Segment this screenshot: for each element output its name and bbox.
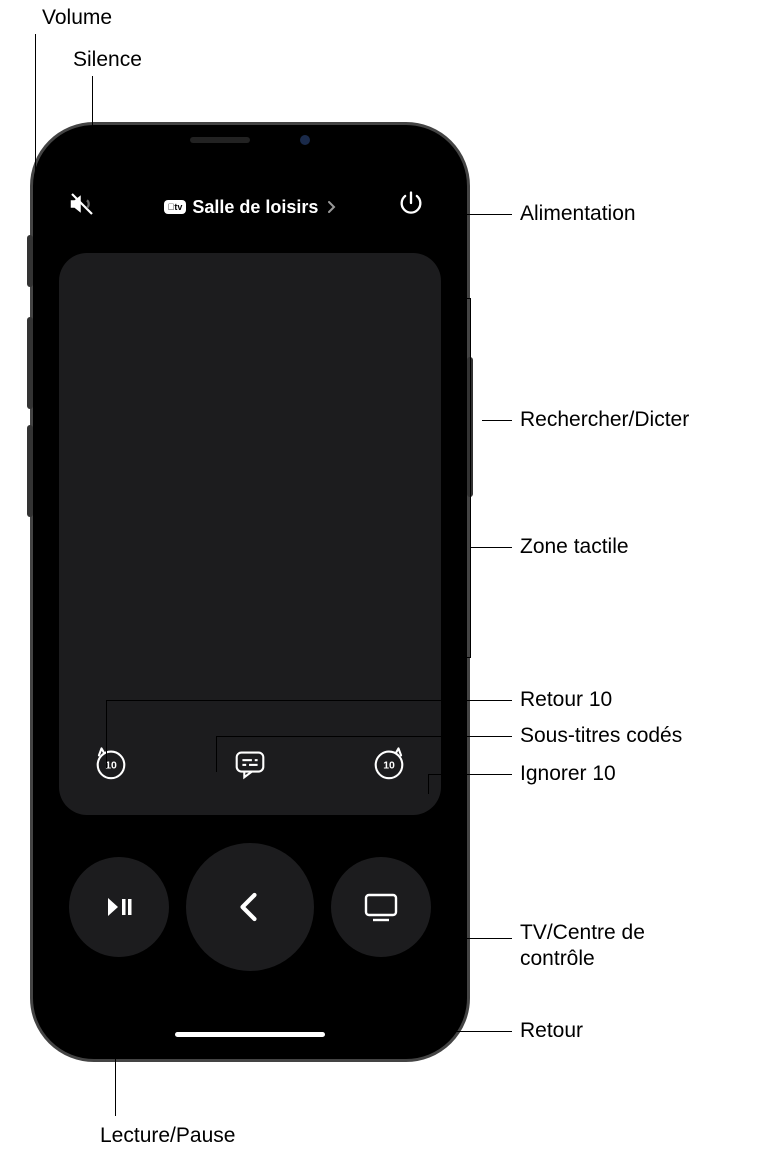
back-button[interactable] [186, 843, 314, 971]
remote-header: tv Salle de loisirs [45, 181, 455, 243]
bracket-touchpad-v [470, 298, 471, 658]
captions-button[interactable] [224, 737, 276, 789]
device-selector[interactable]: tv Salle de loisirs [164, 197, 337, 218]
leader-lecture [115, 990, 116, 1116]
svg-text:10: 10 [383, 761, 395, 772]
mute-button[interactable] [67, 189, 103, 225]
leader-soustitres-h [216, 736, 512, 737]
callout-alimentation: Alimentation [520, 202, 636, 226]
callout-zone-tactile: Zone tactile [520, 535, 629, 559]
leader-ignorer10-v [428, 774, 512, 775]
callout-sous-titres: Sous-titres codés [520, 724, 682, 748]
leader-zone-tactile [470, 547, 512, 548]
callout-silence: Silence [73, 48, 142, 72]
skip-forward-icon: 10 [370, 744, 408, 782]
bracket-touchpad-bot [460, 657, 470, 658]
phone-camera [300, 135, 310, 145]
leader-alimentation [432, 214, 512, 215]
leader-ignorer10-h [428, 774, 429, 794]
remote-screen: tv Salle de loisirs [45, 137, 455, 1047]
callout-retour: Retour [520, 1019, 583, 1043]
device-name-label: Salle de loisirs [192, 197, 318, 218]
leader-volume [35, 34, 36, 420]
home-indicator [175, 1032, 325, 1037]
captions-icon [231, 744, 269, 782]
touchpad-bottom-row: 10 1 [59, 737, 441, 789]
phone-mute-switch [27, 235, 33, 287]
leader-retour-h [253, 1031, 512, 1032]
tv-control-center-button[interactable] [331, 857, 431, 957]
chevron-right-icon [326, 200, 336, 214]
callout-lecture-pause: Lecture/Pause [100, 1124, 235, 1148]
phone-notch [150, 125, 350, 155]
bottom-button-row [45, 815, 455, 971]
callout-retour-10: Retour 10 [520, 688, 612, 712]
power-button[interactable] [397, 189, 433, 225]
phone-frame: tv Salle de loisirs [30, 122, 470, 1062]
bracket-touchpad-top [460, 298, 470, 299]
leader-silence [92, 76, 93, 204]
play-pause-icon [101, 889, 137, 925]
touchpad-area[interactable]: 10 1 [59, 253, 441, 815]
callout-tv-centre: TV/Centre de contrôle [520, 920, 680, 973]
skip-back-10-button[interactable]: 10 [85, 737, 137, 789]
skip-forward-10-button[interactable]: 10 [363, 737, 415, 789]
phone-volume-up [27, 317, 33, 409]
leader-tvcentre [440, 938, 512, 939]
skip-back-icon: 10 [92, 744, 130, 782]
leader-retour10-h [106, 700, 512, 701]
play-pause-button[interactable] [69, 857, 169, 957]
leader-soustitres-v [216, 736, 217, 772]
leader-retour10-v [106, 700, 107, 768]
leader-retour-v [253, 1000, 254, 1031]
leader-rechercher [482, 420, 512, 421]
callout-ignorer-10: Ignorer 10 [520, 762, 616, 786]
callout-volume: Volume [42, 6, 112, 30]
appletv-badge: tv [164, 200, 187, 214]
callout-rechercher-dicter: Rechercher/Dicter [520, 408, 689, 432]
chevron-left-icon [232, 887, 268, 927]
phone-volume-down [27, 425, 33, 517]
tv-icon [361, 889, 401, 925]
power-icon [397, 189, 425, 217]
phone-speaker [190, 137, 250, 143]
